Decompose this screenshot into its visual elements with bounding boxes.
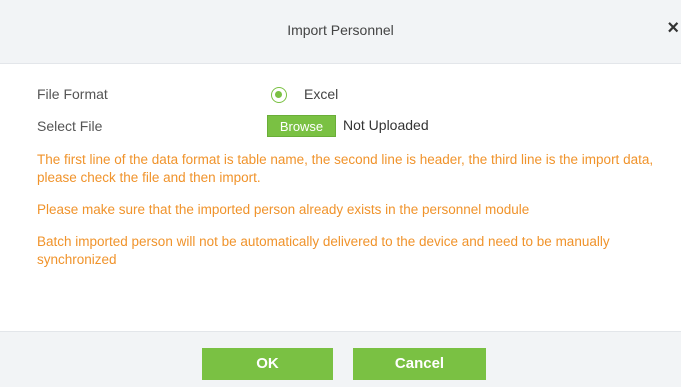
cancel-button[interactable]: Cancel — [353, 348, 486, 380]
excel-radio-label[interactable]: Excel — [304, 86, 338, 102]
select-file-label: Select File — [37, 118, 103, 134]
dialog-titlebar: Import Personnel × — [0, 0, 681, 64]
close-icon[interactable]: × — [667, 18, 679, 38]
file-format-label: File Format — [37, 86, 108, 102]
note-manual-sync: Batch imported person will not be automa… — [37, 234, 610, 267]
dialog-footer: OK Cancel — [0, 331, 681, 387]
browse-button[interactable]: Browse — [267, 115, 336, 137]
ok-button[interactable]: OK — [202, 348, 333, 380]
dialog-title: Import Personnel — [287, 22, 394, 38]
note-person-exists: Please make sure that the imported perso… — [37, 202, 530, 217]
upload-status-text: Not Uploaded — [343, 117, 429, 133]
radio-selected-dot — [275, 91, 282, 98]
note-data-format: The first line of the data format is tab… — [37, 152, 654, 185]
import-personnel-dialog: Import Personnel × File Format Excel Sel… — [0, 0, 681, 387]
excel-radio-button[interactable] — [271, 87, 287, 103]
